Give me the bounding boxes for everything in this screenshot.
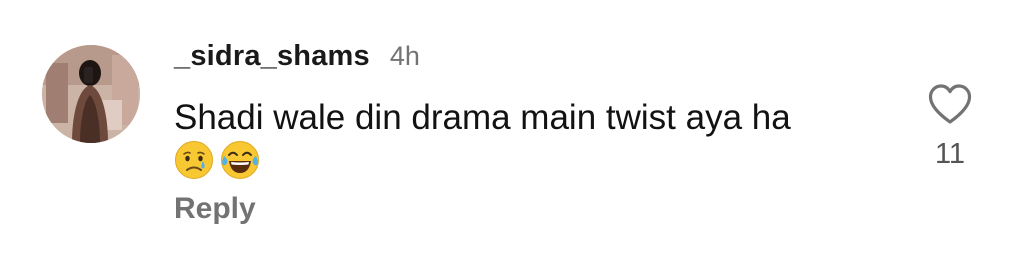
- comment-text: Shadi wale din drama main twist aya ha: [174, 98, 791, 137]
- avatar[interactable]: [42, 45, 140, 143]
- like-section: 11: [924, 83, 976, 171]
- tears-of-joy-icon: [221, 141, 259, 179]
- crying-face-icon: [175, 141, 213, 179]
- avatar-photo: [42, 45, 140, 143]
- comment-emojis: [174, 140, 260, 180]
- reply-button[interactable]: Reply: [174, 192, 256, 226]
- username-link[interactable]: _sidra_shams: [174, 40, 370, 73]
- comment-item: _sidra_shams 4h Shadi wale din drama mai…: [0, 0, 1024, 257]
- like-count: 11: [934, 138, 966, 170]
- comment-header: _sidra_shams 4h: [174, 40, 420, 80]
- comment-timestamp: 4h: [389, 41, 420, 71]
- heart-icon[interactable]: [927, 83, 973, 125]
